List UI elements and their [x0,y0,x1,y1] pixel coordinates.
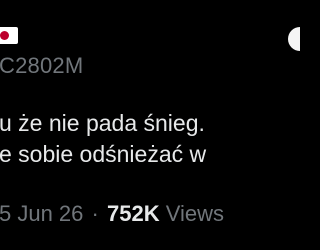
post-card: C2802M u że nie pada śnieg. e sobie odśn… [0,0,300,250]
post-date[interactable]: 5 Jun 26 [0,201,83,226]
avatar[interactable] [288,27,300,51]
japan-flag-icon [0,27,18,44]
post-text: u że nie pada śnieg. e sobie odśnieżać w [0,108,300,170]
meta-separator: · [91,201,99,226]
post-text-line: u że nie pada śnieg. [0,110,205,136]
author-handle[interactable]: C2802M [0,53,83,79]
flag-circle [0,31,9,40]
views-label: Views [165,201,224,226]
views-count: 752K [106,201,160,226]
post-meta: 5 Jun 26 · 752K Views [0,200,224,228]
post-text-line: e sobie odśnieżać w [0,141,207,167]
